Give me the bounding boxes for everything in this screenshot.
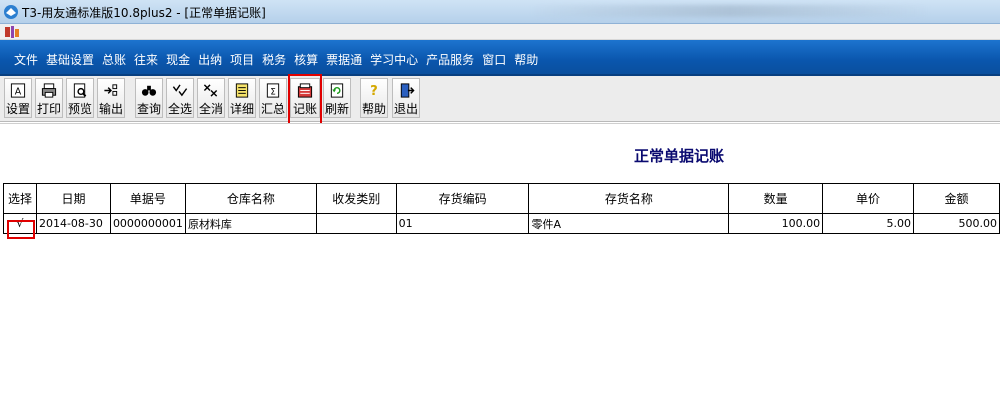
app-icon [4, 5, 18, 19]
menu-window[interactable]: 窗口 [482, 51, 506, 68]
menu-help[interactable]: 帮助 [514, 51, 538, 68]
header-item-name[interactable]: 存货名称 [528, 183, 730, 214]
preview-icon [73, 83, 87, 98]
summary-button[interactable]: Σ 汇总 [259, 78, 287, 118]
toolbar-strip [0, 24, 1000, 40]
menu-file[interactable]: 文件 [14, 51, 38, 68]
exit-door-icon [400, 83, 415, 98]
table-row[interactable]: √ 2014-08-30 0000000001 原材料库 01 零件A 100.… [3, 213, 1000, 234]
cell-amount: 500.00 [913, 213, 1000, 234]
deselect-all-button[interactable]: 全消 [197, 78, 225, 118]
cell-category [315, 213, 397, 234]
cell-warehouse: 原材料库 [184, 213, 317, 234]
header-doc-no[interactable]: 单据号 [109, 183, 186, 214]
header-date[interactable]: 日期 [35, 183, 111, 214]
table-header-row: 选择 日期 单据号 仓库名称 收发类别 存货编码 存货名称 数量 单价 金额 [3, 183, 1000, 214]
svg-text:Σ: Σ [270, 87, 275, 97]
cell-item-name: 零件A [528, 213, 730, 234]
menu-basic-settings[interactable]: 基础设置 [46, 51, 94, 68]
menu-bar: 文件 基础设置 总账 往来 现金 出纳 项目 税务 核算 票据通 学习中心 产品… [0, 40, 1000, 76]
menu-cashier[interactable]: 出纳 [198, 51, 222, 68]
menu-cash[interactable]: 现金 [166, 51, 190, 68]
ufida-logo-icon [5, 26, 19, 38]
export-icon [104, 84, 118, 96]
menu-tax[interactable]: 税务 [262, 51, 286, 68]
header-warehouse[interactable]: 仓库名称 [184, 183, 317, 214]
window-title: T3-用友通标准版10.8plus2 - [正常单据记账] [22, 6, 266, 20]
toolbar: A 设置 打印 预览 输出 查询 全选 全消 详细 Σ 汇总 记账 刷新 ? 帮… [0, 76, 1000, 122]
menu-product-service[interactable]: 产品服务 [426, 51, 474, 68]
header-quantity[interactable]: 数量 [728, 183, 824, 214]
svg-text:A: A [15, 86, 22, 97]
cell-doc-no: 0000000001 [109, 213, 186, 234]
query-button[interactable]: 查询 [135, 78, 163, 118]
menu-learning-center[interactable]: 学习中心 [370, 51, 418, 68]
header-item-code[interactable]: 存货编码 [395, 183, 530, 214]
help-button[interactable]: ? 帮助 [360, 78, 388, 118]
menu-bill-pass[interactable]: 票据通 [326, 51, 362, 68]
document-table: 选择 日期 单据号 仓库名称 收发类别 存货编码 存货名称 数量 单价 金额 √… [3, 183, 1000, 234]
export-button[interactable]: 输出 [97, 78, 125, 118]
menu-project[interactable]: 项目 [230, 51, 254, 68]
post-button-highlight [288, 74, 322, 128]
header-category[interactable]: 收发类别 [315, 183, 397, 214]
header-select[interactable]: 选择 [3, 183, 37, 214]
detail-icon [235, 83, 249, 98]
svg-text:?: ? [370, 84, 378, 99]
menu-receivables[interactable]: 往来 [134, 51, 158, 68]
cell-item-code: 01 [395, 213, 530, 234]
refresh-button[interactable]: 刷新 [323, 78, 351, 118]
cell-date: 2014-08-30 [35, 213, 111, 234]
help-icon: ? [370, 84, 378, 99]
exit-button[interactable]: 退出 [392, 78, 420, 118]
binoculars-icon [141, 85, 157, 96]
select-all-icon [172, 84, 188, 97]
setup-button[interactable]: A 设置 [4, 78, 32, 118]
window-titlebar: T3-用友通标准版10.8plus2 - [正常单据记账] [0, 0, 1000, 24]
header-amount[interactable]: 金额 [913, 183, 1000, 214]
summary-icon: Σ [266, 83, 280, 98]
refresh-icon [330, 83, 344, 98]
select-all-button[interactable]: 全选 [166, 78, 194, 118]
menu-accounting[interactable]: 核算 [294, 51, 318, 68]
cell-quantity: 100.00 [728, 213, 824, 234]
menu-general-ledger[interactable]: 总账 [102, 51, 126, 68]
content-area [0, 123, 1000, 414]
detail-button[interactable]: 详细 [228, 78, 256, 118]
cell-unit-price: 5.00 [822, 213, 914, 234]
print-button[interactable]: 打印 [35, 78, 63, 118]
page-title: 正常单据记账 [634, 147, 725, 165]
select-cell-highlight [7, 220, 35, 239]
printer-icon [41, 83, 57, 98]
header-unit-price[interactable]: 单价 [822, 183, 914, 214]
deselect-all-icon [203, 84, 218, 97]
preview-button[interactable]: 预览 [66, 78, 94, 118]
setup-icon: A [10, 83, 26, 98]
